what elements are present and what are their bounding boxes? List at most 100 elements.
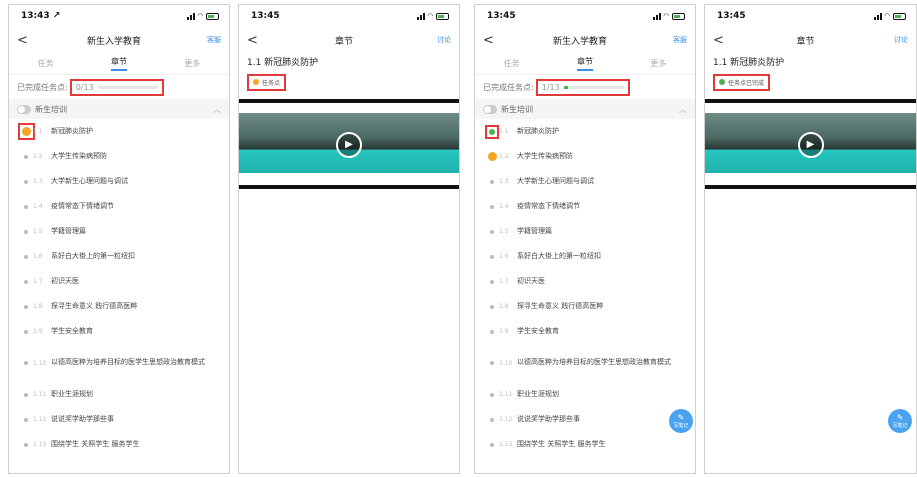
tab-tasks[interactable]: 任务 (504, 58, 520, 69)
item-number: 1.3 (33, 178, 43, 185)
section-header[interactable]: 新生培训 ︿ (475, 99, 695, 119)
status-bar: 13:43 ↗ ◠ (9, 5, 229, 27)
section-header[interactable]: 新生培训 ︿ (9, 99, 229, 119)
item-title: 职业生涯规划 (51, 389, 93, 398)
item-number: 1.12 (499, 416, 513, 423)
list-item[interactable]: 1.7 初识天医 (9, 269, 229, 294)
video-bottom-border (705, 184, 916, 189)
list-item[interactable]: 1.3 大学新生心理问题与调试 (475, 169, 695, 194)
play-icon[interactable]: ▶ (336, 131, 362, 158)
item-title: 学籍管理篇 (517, 226, 552, 235)
pending-dot-icon (24, 254, 28, 259)
discussion-link[interactable]: 讨论 (878, 35, 908, 45)
item-title: 初识天医 (51, 276, 79, 285)
list-item[interactable]: 1.3 大学新生心理问题与调试 (9, 169, 229, 194)
progress-bar (563, 85, 624, 89)
write-note-button[interactable]: ✎ 写笔记 (669, 409, 693, 433)
status-time: 13:45 (487, 11, 516, 21)
progress-count: 0/13 (75, 82, 94, 92)
item-number: 1.4 (499, 203, 509, 210)
list-item[interactable]: 1.1 新冠肺炎防护 (475, 119, 695, 144)
current-task-icon (487, 152, 497, 161)
video-top-border (239, 98, 459, 103)
list-item[interactable]: 1.6 系好白大褂上的第一粒纽扣 (9, 244, 229, 269)
list-item[interactable]: 1.5 学籍管理篇 (475, 219, 695, 244)
video-player[interactable]: ▶ (239, 97, 459, 193)
tab-chapters[interactable]: 章节 (576, 56, 593, 71)
battery-icon (672, 12, 685, 20)
write-note-button[interactable]: ✎ 写笔记 (888, 409, 912, 433)
list-item[interactable]: 1.9 学生安全教育 (9, 319, 229, 344)
tab-more[interactable]: 更多 (184, 58, 200, 69)
wifi-icon: ◠ (884, 12, 890, 20)
list-item[interactable]: 1.12 说说奖学助学那些事 (9, 407, 229, 432)
tab-tasks[interactable]: 任务 (38, 58, 54, 69)
list-item[interactable]: 1.2 大学生传染病预防 (475, 144, 695, 169)
list-item[interactable]: 1.4 疫情常态下情绪调节 (9, 194, 229, 219)
item-number: 1.13 (499, 441, 513, 448)
list-item[interactable]: 1.13 围绕学生 关照学生 服务学生 (475, 432, 695, 457)
fab-label: 写笔记 (673, 422, 689, 429)
pending-dot-icon (490, 254, 494, 259)
item-title: 以德高医粹为培养目标的医学生思想政治教育模式 (51, 358, 205, 367)
tab-bar: 任务 章节 更多 (9, 53, 229, 75)
task-point-badge[interactable]: 任务点 (247, 73, 287, 91)
status-bar: 13:45 ◠ (239, 5, 459, 27)
pending-dot-icon (24, 329, 28, 334)
badge-label: 任务点 (262, 79, 281, 87)
list-item[interactable]: 1.9 学生安全教育 (475, 319, 695, 344)
chevron-left-icon[interactable]: < (713, 33, 733, 48)
list-item[interactable]: 1.7 初识天医 (475, 269, 695, 294)
item-title: 学籍管理篇 (51, 226, 86, 235)
completed-task-highlight (485, 124, 499, 139)
signal-icon (186, 12, 195, 20)
pending-dot-icon (24, 204, 28, 209)
current-task-icon (21, 127, 31, 136)
list-item[interactable]: 1.13 围绕学生 关照学生 服务学生 (9, 432, 229, 457)
tab-more[interactable]: 更多 (650, 58, 666, 69)
item-number: 1.1 (33, 128, 43, 135)
customer-service-link[interactable]: 客服 (191, 35, 221, 45)
list-item[interactable]: 1.6 系好白大褂上的第一粒纽扣 (475, 244, 695, 269)
list-item[interactable]: 1.8 探寻生命意义 践行德高医粹 (9, 294, 229, 319)
list-item[interactable]: 1.12 说说奖学助学那些事 (475, 407, 695, 432)
item-title: 大学生传染病预防 (51, 151, 107, 160)
chevron-left-icon[interactable]: < (17, 33, 37, 48)
list-item[interactable]: 1.11 职业生涯规划 (9, 382, 229, 407)
toggle-icon (483, 104, 497, 114)
item-number: 1.11 (33, 391, 47, 398)
item-title: 围绕学生 关照学生 服务学生 (51, 439, 140, 448)
list-item[interactable]: 1.1 新冠肺炎防护 (9, 119, 229, 144)
item-title: 说说奖学助学那些事 (51, 414, 114, 423)
tab-chapters[interactable]: 章节 (110, 56, 127, 71)
section-title: 新生培训 (35, 104, 67, 114)
pending-dot-icon (490, 392, 494, 397)
discussion-link[interactable]: 讨论 (421, 35, 451, 45)
nav-bar: < 新生入学教育 客服 (9, 27, 229, 53)
pending-dot-icon (24, 304, 28, 309)
page-title: 章节 (796, 36, 815, 47)
list-item[interactable]: 1.11 职业生涯规划 (475, 382, 695, 407)
progress-highlight: 0/13 (69, 78, 164, 96)
chevron-left-icon[interactable]: < (247, 33, 267, 48)
task-point-complete-badge[interactable]: 任务点已完成 (713, 73, 771, 91)
list-item[interactable]: 1.2 大学生传染病预防 (9, 144, 229, 169)
video-player[interactable]: ▶ (705, 97, 916, 193)
signal-icon (873, 12, 882, 20)
chevron-left-icon[interactable]: < (483, 33, 503, 48)
course-chapter-list-screen: 13:43 ↗ ◠ < 新生入学教育 客服 任务 章节 更多 已完成任务点: 0… (8, 4, 230, 474)
item-number: 1.8 (499, 303, 509, 310)
list-item[interactable]: 1.10 以德高医粹为培养目标的医学生思想政治教育模式 (9, 344, 229, 382)
status-bar: 13:45 ◠ (475, 5, 695, 27)
list-item[interactable]: 1.8 探寻生命意义 践行德高医粹 (475, 294, 695, 319)
list-item[interactable]: 1.4 疫情常态下情绪调节 (475, 194, 695, 219)
customer-service-link[interactable]: 客服 (657, 35, 687, 45)
item-number: 1.11 (499, 391, 513, 398)
status-icons: ◠ (186, 12, 219, 20)
list-item[interactable]: 1.10 以德高医粹为培养目标的医学生思想政治教育模式 (475, 344, 695, 382)
progress-label: 已完成任务点: (483, 82, 534, 92)
play-icon[interactable]: ▶ (797, 131, 824, 158)
list-item[interactable]: 1.5 学籍管理篇 (9, 219, 229, 244)
completed-task-icon (489, 128, 495, 135)
tab-bar: 任务 章节 更多 (475, 53, 695, 75)
